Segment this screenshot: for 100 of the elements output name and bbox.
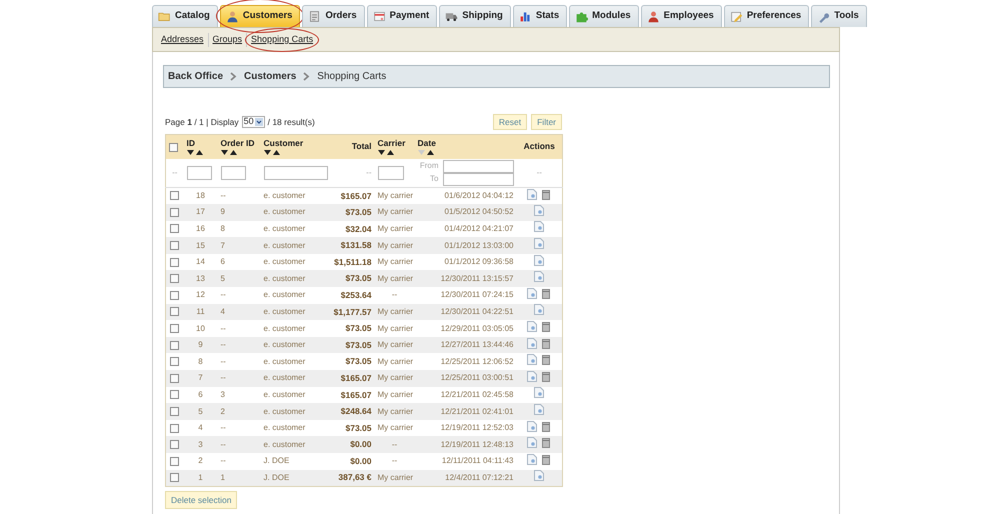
view-icon[interactable] (534, 238, 544, 250)
view-icon[interactable] (534, 204, 544, 216)
nav-tab[interactable]: Employees (640, 5, 722, 27)
date-filter-field[interactable] (442, 172, 514, 186)
view-icon[interactable] (534, 254, 544, 266)
table-cell: 6 (184, 386, 218, 404)
row-checkbox[interactable] (170, 258, 180, 267)
trash-icon[interactable] (541, 420, 552, 432)
table-cell: 14 (184, 254, 218, 270)
trash-icon[interactable] (541, 288, 552, 299)
display-select[interactable]: 50 (242, 116, 265, 128)
subnav-link[interactable]: Addresses (157, 34, 208, 44)
nav-tab[interactable]: Tools (811, 5, 867, 27)
table-cell: 15 (184, 237, 218, 254)
column-header: Order ID (220, 137, 256, 150)
view-icon[interactable] (534, 387, 544, 398)
table-cell: e. customer (260, 403, 330, 420)
table-cell: 5 (184, 403, 218, 420)
filter-field[interactable] (220, 166, 246, 180)
row-checkbox[interactable] (170, 406, 180, 416)
view-icon[interactable] (527, 188, 538, 200)
view-icon[interactable] (527, 354, 538, 366)
row-checkbox[interactable] (170, 374, 180, 383)
table-cell: -- (218, 420, 260, 436)
nav-tab[interactable]: Preferences (724, 5, 810, 27)
filter-field[interactable] (186, 166, 212, 180)
table-cell: 8 (218, 220, 260, 238)
table-cell: 01/5/2012 04:50:52 (414, 204, 516, 221)
view-icon[interactable] (534, 470, 544, 482)
bar-chart-icon (518, 10, 532, 23)
filter-field[interactable] (378, 166, 404, 180)
nav-tab[interactable]: Stats (512, 5, 568, 27)
sort-icon[interactable] (418, 150, 434, 156)
pagination-text: Page 1 / 1 | Display (165, 116, 239, 128)
sort-icon[interactable] (220, 150, 238, 156)
table-cell: $0.00 (330, 436, 374, 453)
row-checkbox[interactable] (170, 274, 180, 284)
nav-tab[interactable]: Payment (366, 5, 438, 27)
row-checkbox[interactable] (170, 324, 180, 333)
trash-icon[interactable] (541, 321, 552, 332)
subnav-link[interactable]: Shopping Carts (247, 34, 318, 44)
table-cell: e. customer (260, 320, 330, 337)
view-icon[interactable] (534, 404, 544, 416)
row-checkbox[interactable] (170, 290, 180, 300)
trash-icon[interactable] (541, 354, 552, 366)
table-cell: 5 (218, 270, 260, 288)
subnav-link[interactable]: Groups (208, 34, 246, 44)
breadcrumb-link[interactable]: Back Office (168, 69, 224, 84)
row-checkbox[interactable] (170, 424, 180, 432)
nav-tab[interactable]: Shipping (439, 5, 511, 27)
filter-bar-button[interactable]: Reset (492, 114, 528, 130)
trash-icon[interactable] (541, 454, 552, 465)
filter-field[interactable] (264, 166, 328, 180)
row-checkbox[interactable] (170, 340, 180, 350)
table-cell: My carrier (374, 320, 414, 337)
table-cell: 4 (218, 304, 260, 320)
view-icon[interactable] (527, 437, 538, 448)
row-checkbox[interactable] (170, 191, 180, 200)
select-all-checkbox[interactable] (169, 142, 178, 152)
table-cell: 12/25/2011 03:00:51 (414, 370, 516, 387)
sort-icon[interactable] (264, 150, 280, 156)
date-filter-field[interactable] (442, 160, 514, 173)
table-cell: My carrier (374, 304, 414, 320)
trash-icon[interactable] (541, 370, 552, 382)
view-icon[interactable] (527, 454, 538, 465)
nav-tab[interactable]: Modules (569, 5, 639, 27)
view-icon[interactable] (534, 221, 544, 232)
view-icon[interactable] (527, 321, 538, 332)
table-cell: 9 (218, 204, 260, 221)
nav-tab[interactable]: Customers (220, 5, 300, 27)
row-checkbox[interactable] (170, 224, 180, 234)
row-checkbox[interactable] (170, 240, 180, 250)
row-checkbox[interactable] (170, 390, 180, 400)
table-cell: $73.05 (330, 336, 374, 354)
table-cell: 01/4/2012 04:21:07 (414, 220, 516, 238)
view-icon[interactable] (534, 304, 544, 316)
view-icon[interactable] (527, 338, 538, 349)
trash-icon[interactable] (541, 437, 552, 448)
trash-icon[interactable] (541, 338, 552, 349)
nav-tab[interactable]: Orders (302, 5, 365, 27)
empty-marker: -- (536, 168, 542, 177)
row-checkbox[interactable] (170, 473, 180, 482)
table-cell: $1,511.18 (330, 254, 374, 270)
row-checkbox[interactable] (170, 208, 180, 217)
empty-marker: -- (172, 168, 178, 177)
sort-icon[interactable] (378, 150, 394, 156)
row-checkbox[interactable] (170, 440, 180, 450)
row-checkbox[interactable] (170, 307, 180, 316)
sort-icon[interactable] (186, 150, 204, 156)
view-icon[interactable] (527, 370, 538, 382)
nav-tab[interactable]: Catalog (152, 5, 218, 27)
table-cell: My carrier (374, 254, 414, 270)
breadcrumb-link[interactable]: Customers (244, 69, 296, 84)
table-cell: $73.05 (330, 320, 374, 337)
view-icon[interactable] (534, 271, 544, 282)
trash-icon[interactable] (541, 188, 552, 200)
view-icon[interactable] (527, 420, 538, 432)
row-checkbox[interactable] (170, 456, 180, 466)
view-icon[interactable] (527, 288, 538, 299)
row-checkbox[interactable] (170, 357, 180, 366)
